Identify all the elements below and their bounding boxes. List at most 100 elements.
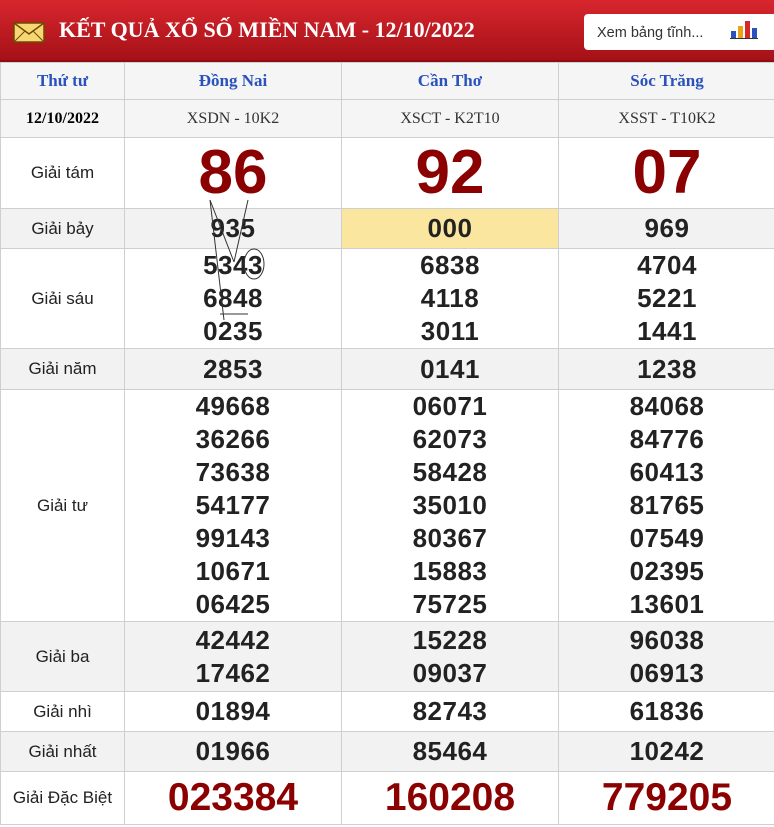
prize-number: 000 xyxy=(427,213,473,243)
prize-number: 92 xyxy=(415,138,485,207)
prize-row-special: Giải Đặc Biệt 023384 160208 779205 xyxy=(0,771,774,825)
prize-row-2: Giải nhì 01894 82743 61836 xyxy=(0,691,774,732)
prize-number: 969 xyxy=(644,213,690,243)
mail-icon xyxy=(13,22,45,43)
prize-number: 58428 xyxy=(412,457,488,487)
prize-number: 07549 xyxy=(629,523,705,553)
prize-cell: 84068 84776 60413 81765 07549 02395 13601 xyxy=(558,389,774,622)
prize-number: 02395 xyxy=(629,556,705,586)
bar-chart-icon[interactable] xyxy=(730,17,758,39)
prize-number: 35010 xyxy=(412,490,488,520)
ticket-code: XSST - T10K2 xyxy=(558,99,774,138)
prize-cell: 61836 xyxy=(558,691,774,732)
prize-label: Giải tư xyxy=(0,389,125,622)
prize-row-6: Giải sáu 5343 6848 0235 6838 4118 3011 4704 5221… xyxy=(0,248,774,349)
prize-cell: 935 xyxy=(124,208,342,249)
ticket-code: XSDN - 10K2 xyxy=(124,99,342,138)
static-table-link[interactable]: Xem bảng tĩnh... xyxy=(584,14,774,50)
prize-cell: 023384 xyxy=(124,771,342,825)
prize-number: 023384 xyxy=(167,776,299,819)
prize-label: Giải năm xyxy=(0,348,125,390)
prize-number: 10242 xyxy=(629,736,705,766)
prize-number: 06913 xyxy=(629,657,705,688)
prize-row-5: Giải năm 2853 0141 1238 xyxy=(0,348,774,390)
province-name[interactable]: Đồng Nai xyxy=(124,62,342,100)
province-header-row: Thứ tư Đồng Nai Cần Thơ Sóc Trăng xyxy=(0,62,774,100)
prize-cell: 000 xyxy=(341,208,559,249)
weekday-label: Thứ tư xyxy=(0,62,125,100)
prize-number: 81765 xyxy=(629,490,705,520)
prize-number: 160208 xyxy=(384,776,516,819)
prize-cell: 06071 62073 58428 35010 80367 15883 75725 xyxy=(341,389,559,622)
prize-number: 5221 xyxy=(637,283,697,313)
prize-row-7: Giải bảy 935 000 969 xyxy=(0,208,774,249)
ticket-code: XSCT - K2T10 xyxy=(341,99,559,138)
prize-number: 06425 xyxy=(195,589,271,619)
static-table-link-label[interactable]: Xem bảng tĩnh... xyxy=(597,25,703,41)
prize-number: 07 xyxy=(632,138,702,207)
prize-row-1: Giải nhất 01966 85464 10242 xyxy=(0,731,774,772)
prize-number: 80367 xyxy=(412,523,488,553)
prize-cell: 5343 6848 0235 xyxy=(124,248,342,349)
prize-number: 15228 xyxy=(412,624,488,655)
prize-cell: 07 xyxy=(558,137,774,209)
prize-number: 09037 xyxy=(412,657,488,688)
prize-cell: 96038 06913 xyxy=(558,621,774,692)
prize-label: Giải bảy xyxy=(0,208,125,249)
prize-cell: 85464 xyxy=(341,731,559,772)
prize-cell: 42442 17462 xyxy=(124,621,342,692)
prize-number: 1441 xyxy=(637,316,697,346)
ticket-code-row: 12/10/2022 XSDN - 10K2 XSCT - K2T10 XSST… xyxy=(0,99,774,138)
prize-label: Giải tám xyxy=(0,137,125,209)
prize-number: 10671 xyxy=(195,556,271,586)
prize-cell: 1238 xyxy=(558,348,774,390)
prize-cell: 4704 5221 1441 xyxy=(558,248,774,349)
prize-number: 4704 xyxy=(637,250,697,280)
prize-number: 62073 xyxy=(412,424,488,454)
prize-cell: 49668 36266 73638 54177 99143 10671 06425 xyxy=(124,389,342,622)
prize-number: 86 xyxy=(198,138,268,207)
prize-row-8: Giải tám 86 92 07 xyxy=(0,137,774,209)
prize-number: 0235 xyxy=(203,316,263,346)
prize-cell: 2853 xyxy=(124,348,342,390)
prize-number: 935 xyxy=(210,213,256,243)
results-header: KẾT QUẢ XỔ SỐ MIỀN NAM - 12/10/2022 Xem … xyxy=(0,0,774,62)
province-name[interactable]: Cần Thơ xyxy=(341,62,559,100)
prize-number: 82743 xyxy=(412,696,488,726)
prize-label: Giải Đặc Biệt xyxy=(0,771,125,825)
prize-label: Giải ba xyxy=(0,621,125,692)
prize-cell: 86 xyxy=(124,137,342,209)
prize-number: 5343 xyxy=(203,250,263,280)
prize-number: 96038 xyxy=(629,624,705,655)
prize-number: 99143 xyxy=(195,523,271,553)
prize-number: 01966 xyxy=(195,736,271,766)
prize-cell: 0141 xyxy=(341,348,559,390)
prize-number: 2853 xyxy=(203,353,263,384)
prize-cell: 92 xyxy=(341,137,559,209)
province-name[interactable]: Sóc Trăng xyxy=(558,62,774,100)
prize-number: 1238 xyxy=(637,353,697,384)
prize-number: 6838 xyxy=(420,250,480,280)
prize-number: 42442 xyxy=(195,624,271,655)
prize-cell: 15228 09037 xyxy=(341,621,559,692)
prize-number: 84776 xyxy=(629,424,705,454)
prize-row-4: Giải tư 49668 36266 73638 54177 99143 10671 064… xyxy=(0,389,774,622)
prize-number: 01894 xyxy=(195,696,271,726)
prize-number: 61836 xyxy=(629,696,705,726)
prize-number: 13601 xyxy=(629,589,705,619)
prize-label: Giải nhì xyxy=(0,691,125,732)
prize-cell: 779205 xyxy=(558,771,774,825)
prize-rows: Giải tám 86 92 07 Giải bảy 935 000 969 Giải sáu 5… xyxy=(0,137,774,825)
results-table: Thứ tư Đồng Nai Cần Thơ Sóc Trăng 12/10/… xyxy=(0,62,774,825)
prize-number: 84068 xyxy=(629,391,705,421)
prize-number: 779205 xyxy=(601,776,733,819)
prize-number: 06071 xyxy=(412,391,488,421)
prize-cell: 01894 xyxy=(124,691,342,732)
prize-number: 49668 xyxy=(195,391,271,421)
prize-cell: 10242 xyxy=(558,731,774,772)
prize-cell: 160208 xyxy=(341,771,559,825)
prize-number: 15883 xyxy=(412,556,488,586)
prize-number: 0141 xyxy=(420,353,480,384)
prize-number: 4118 xyxy=(420,283,480,313)
draw-date: 12/10/2022 xyxy=(0,99,125,138)
